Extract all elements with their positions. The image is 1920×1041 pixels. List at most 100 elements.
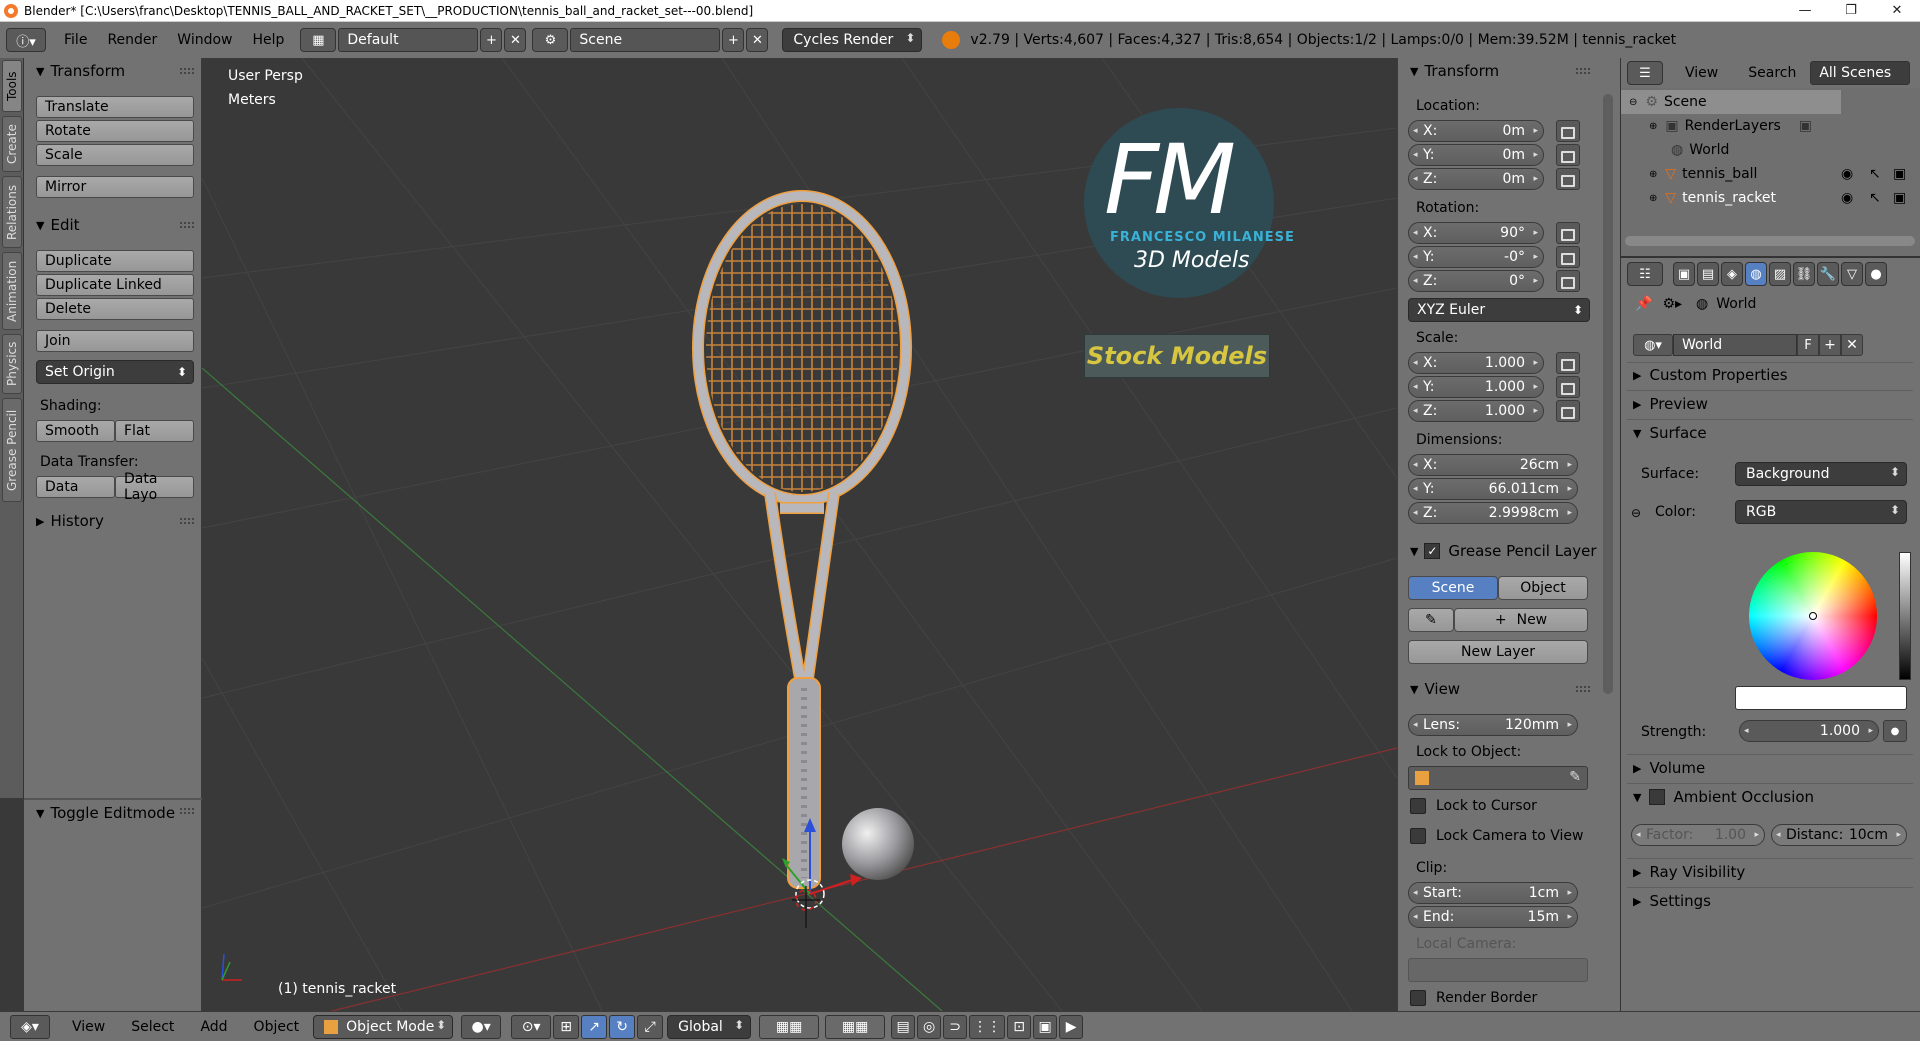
render-layers-tab-icon[interactable]: ▤ bbox=[1697, 262, 1719, 286]
transform-orientation-select[interactable]: Global bbox=[667, 1014, 752, 1039]
surface-select[interactable]: Background bbox=[1735, 462, 1907, 486]
color-link-icon[interactable]: ⊖ bbox=[1631, 506, 1641, 520]
lock-location-x-icon[interactable] bbox=[1556, 120, 1580, 142]
world-browse-icon[interactable]: ◍▾ bbox=[1633, 334, 1673, 356]
ambient-occlusion-checkbox[interactable] bbox=[1649, 789, 1666, 805]
clip-end-field[interactable]: End:15m bbox=[1408, 906, 1578, 928]
scene-tab-icon[interactable]: ◈ bbox=[1721, 262, 1743, 286]
tab-physics[interactable]: Physics bbox=[2, 334, 22, 394]
preview-header[interactable]: ▶ Preview bbox=[1633, 395, 1708, 413]
ray-visibility-header[interactable]: ▶ Ray Visibility bbox=[1633, 863, 1745, 881]
pencil-icon[interactable]: ✎ bbox=[1408, 608, 1454, 632]
layer-grid-2-icon[interactable]: ▦▦ bbox=[825, 1014, 886, 1039]
rotation-mode-select[interactable]: XYZ Euler bbox=[1408, 298, 1590, 322]
outliner-item-scene[interactable]: ⊖ ⚙ Scene bbox=[1621, 90, 1841, 114]
new-world-icon[interactable]: + bbox=[1819, 334, 1841, 356]
toggle-editmode-header[interactable]: ▼ Toggle Editmode bbox=[24, 800, 202, 826]
render-tab-icon[interactable]: ▣ bbox=[1673, 262, 1695, 286]
join-button[interactable]: Join bbox=[36, 330, 194, 352]
data-tab-icon[interactable]: ▽ bbox=[1841, 262, 1863, 286]
lock-layers-icon[interactable]: ▤ bbox=[891, 1014, 916, 1039]
custom-properties-header[interactable]: ▶ Custom Properties bbox=[1633, 366, 1788, 384]
proportional-edit-icon[interactable]: ◎ bbox=[917, 1014, 942, 1039]
fake-user-button[interactable]: F bbox=[1797, 334, 1819, 356]
screen-layout-icon[interactable]: ▦ bbox=[300, 28, 337, 52]
render-border-checkbox[interactable] bbox=[1410, 990, 1426, 1006]
editor-type-3d-icon[interactable]: ◈▾ bbox=[10, 1014, 50, 1039]
mode-select[interactable]: Object Mode bbox=[313, 1014, 454, 1039]
lock-rotation-z-icon[interactable] bbox=[1556, 270, 1580, 292]
editor-type-info-icon[interactable]: ⓘ▾ bbox=[6, 28, 46, 52]
tennis-ball[interactable] bbox=[842, 808, 914, 880]
color-wheel[interactable] bbox=[1749, 552, 1877, 680]
outliner-item-renderlayers[interactable]: ⊕ ▣ RenderLayers ▣ bbox=[1621, 114, 1920, 138]
menu-file[interactable]: File bbox=[54, 32, 97, 48]
pivot-point-icon[interactable]: ⊙▾ bbox=[511, 1014, 552, 1039]
outliner-search-menu[interactable]: Search bbox=[1748, 65, 1796, 81]
view-panel-header[interactable]: ▼ View bbox=[1398, 678, 1598, 700]
grease-object-tab[interactable]: Object bbox=[1498, 576, 1588, 600]
lock-camera-checkbox[interactable] bbox=[1410, 828, 1426, 844]
surface-header[interactable]: ▼ Surface bbox=[1633, 424, 1707, 442]
grease-new-button[interactable]: + New bbox=[1454, 608, 1588, 632]
data-layout-button[interactable]: Data Layo bbox=[115, 471, 194, 503]
opengl-animation-icon[interactable]: ▶ bbox=[1059, 1014, 1084, 1039]
tab-grease-pencil[interactable]: Grease Pencil bbox=[2, 398, 22, 502]
scale-z-field[interactable]: Z:1.000 bbox=[1408, 400, 1544, 422]
location-z-field[interactable]: Z:0m bbox=[1408, 168, 1544, 190]
new-layer-button[interactable]: New Layer bbox=[1408, 640, 1588, 664]
snap-icon[interactable]: ⊃ bbox=[943, 1014, 968, 1039]
3d-viewport[interactable]: User Persp Meters (1) tennis_racket FM F… bbox=[202, 58, 1397, 1011]
edit-panel-header[interactable]: ▼ Edit bbox=[24, 214, 202, 236]
mirror-button[interactable]: Mirror bbox=[36, 176, 194, 198]
close-button[interactable]: ✕ bbox=[1874, 0, 1920, 22]
layer-grid-1-icon[interactable]: ▦▦ bbox=[759, 1014, 820, 1039]
material-tab-icon[interactable]: ● bbox=[1865, 262, 1887, 286]
manipulator-toggle-icon[interactable]: ⊞ bbox=[553, 1014, 580, 1039]
strength-field[interactable]: 1.000 bbox=[1739, 720, 1879, 742]
unlink-world-icon[interactable]: ✕ bbox=[1841, 334, 1863, 356]
outliner-editor-icon[interactable]: ☰ bbox=[1627, 61, 1663, 85]
dimension-z-field[interactable]: Z:2.9998cm bbox=[1408, 502, 1578, 524]
set-origin-select[interactable]: Set Origin bbox=[36, 360, 194, 384]
delete-button[interactable]: Delete bbox=[36, 298, 194, 320]
lens-field[interactable]: Lens:120mm bbox=[1408, 714, 1578, 736]
properties-editor-icon[interactable]: ☷ bbox=[1627, 262, 1663, 286]
lock-location-z-icon[interactable] bbox=[1556, 168, 1580, 190]
settings-header[interactable]: ▶ Settings bbox=[1633, 892, 1711, 910]
outliner-scrollbar[interactable] bbox=[1625, 236, 1915, 246]
scale-x-field[interactable]: X:1.000 bbox=[1408, 352, 1544, 374]
menu-view[interactable]: View bbox=[72, 1019, 105, 1035]
color-value-slider[interactable] bbox=[1899, 552, 1911, 680]
duplicate-button[interactable]: Duplicate bbox=[36, 250, 194, 272]
selectable-cursor-icon[interactable]: ↖ bbox=[1869, 190, 1881, 206]
rotation-y-field[interactable]: Y:-0° bbox=[1408, 246, 1544, 268]
add-screen-icon[interactable]: + bbox=[480, 28, 503, 52]
rotate-manipulator-icon[interactable]: ↻ bbox=[609, 1014, 636, 1039]
scene-icon[interactable]: ⚙ bbox=[532, 28, 569, 52]
world-name-field[interactable]: World bbox=[1673, 334, 1797, 356]
renderable-camera-icon[interactable]: ▣ bbox=[1893, 190, 1906, 206]
region-scrollbar[interactable] bbox=[1597, 58, 1621, 1011]
grease-pencil-layer-header[interactable]: ▼ ✓ Grease Pencil Layer bbox=[1398, 540, 1598, 562]
lock-scale-y-icon[interactable] bbox=[1556, 376, 1580, 398]
lock-rotation-y-icon[interactable] bbox=[1556, 246, 1580, 268]
visibility-eye-icon[interactable]: ◉ bbox=[1841, 190, 1853, 206]
add-scene-icon[interactable]: + bbox=[722, 28, 745, 52]
ambient-occlusion-header[interactable]: ▼ Ambient Occlusion bbox=[1633, 788, 1814, 806]
render-layer-toggle-icon[interactable]: ▣ bbox=[1799, 118, 1812, 134]
translate-manipulator-icon[interactable]: ↗ bbox=[581, 1014, 608, 1039]
modifiers-tab-icon[interactable]: 🔧 bbox=[1817, 262, 1839, 286]
dimension-x-field[interactable]: X:26cm bbox=[1408, 454, 1578, 476]
tennis-racket[interactable] bbox=[692, 190, 912, 889]
outliner-item-world[interactable]: ◍ World bbox=[1621, 138, 1920, 162]
location-x-field[interactable]: X:0m bbox=[1408, 120, 1544, 142]
lock-object-field[interactable]: ✎ bbox=[1408, 766, 1588, 790]
duplicate-linked-button[interactable]: Duplicate Linked bbox=[36, 274, 194, 296]
world-tab-icon[interactable]: ◍ bbox=[1745, 262, 1767, 286]
minimize-button[interactable]: — bbox=[1782, 0, 1828, 22]
translate-button[interactable]: Translate bbox=[36, 96, 194, 118]
snap-element-icon[interactable]: ⋮⋮ bbox=[969, 1014, 1006, 1039]
menu-add[interactable]: Add bbox=[200, 1019, 227, 1035]
scale-manipulator-icon[interactable]: ⤢ bbox=[637, 1014, 664, 1039]
